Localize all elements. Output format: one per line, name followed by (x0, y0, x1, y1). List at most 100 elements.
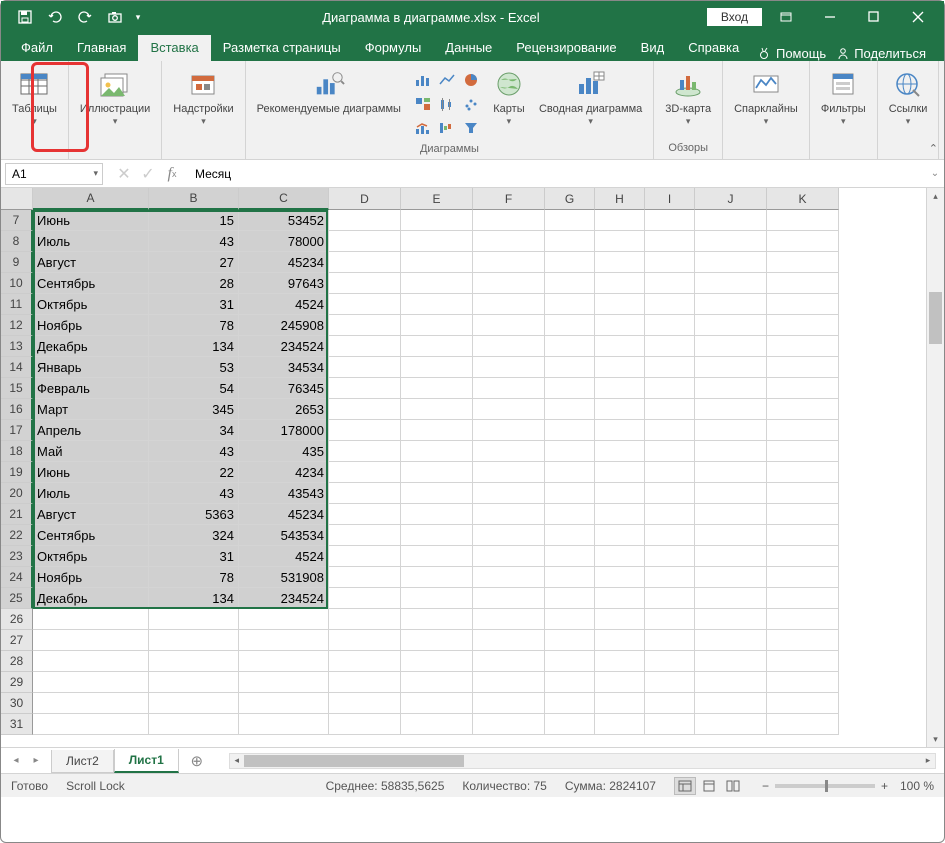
cell[interactable] (33, 714, 149, 735)
cell[interactable] (329, 336, 401, 357)
cell[interactable] (767, 714, 839, 735)
cell[interactable] (329, 315, 401, 336)
cell[interactable]: 234524 (239, 588, 329, 609)
column-header[interactable]: F (473, 188, 545, 210)
cell[interactable] (695, 231, 767, 252)
cell[interactable] (695, 504, 767, 525)
cell[interactable] (695, 588, 767, 609)
cell[interactable] (645, 546, 695, 567)
cell[interactable] (545, 525, 595, 546)
cell[interactable] (767, 630, 839, 651)
tab-view[interactable]: Вид (629, 35, 677, 61)
column-header[interactable]: A (33, 188, 149, 210)
filters-button[interactable]: Фильтры▾ (816, 65, 871, 130)
cell[interactable] (545, 546, 595, 567)
row-header[interactable]: 31 (1, 714, 33, 735)
cell[interactable] (645, 672, 695, 693)
cell[interactable] (473, 714, 545, 735)
row-header[interactable]: 28 (1, 651, 33, 672)
cell[interactable]: 27 (149, 252, 239, 273)
save-button[interactable] (11, 4, 39, 30)
cell[interactable] (329, 588, 401, 609)
cell[interactable] (329, 441, 401, 462)
zoom-slider[interactable] (775, 784, 875, 788)
row-header[interactable]: 25 (1, 588, 33, 609)
cell[interactable] (767, 693, 839, 714)
tables-button[interactable]: Таблицы▾ (7, 65, 62, 130)
cell[interactable]: 53 (149, 357, 239, 378)
cell[interactable] (695, 651, 767, 672)
links-button[interactable]: Ссылки▾ (884, 65, 933, 130)
zoom-out-button[interactable]: − (762, 779, 769, 793)
cell[interactable] (473, 273, 545, 294)
cell[interactable]: Июнь (33, 210, 149, 231)
cell[interactable] (239, 651, 329, 672)
cell[interactable] (149, 693, 239, 714)
column-header[interactable]: K (767, 188, 839, 210)
cell[interactable] (329, 651, 401, 672)
undo-button[interactable] (41, 4, 69, 30)
cell[interactable] (545, 399, 595, 420)
cell[interactable]: 53452 (239, 210, 329, 231)
share-button[interactable]: Поделиться (836, 46, 926, 61)
tab-home[interactable]: Главная (65, 35, 138, 61)
cell[interactable] (473, 693, 545, 714)
cell[interactable] (695, 567, 767, 588)
cell[interactable] (473, 336, 545, 357)
row-header[interactable]: 26 (1, 609, 33, 630)
row-header[interactable]: 13 (1, 336, 33, 357)
cell[interactable] (401, 588, 473, 609)
cell[interactable] (545, 357, 595, 378)
cell[interactable]: Октябрь (33, 294, 149, 315)
combo-chart-icon[interactable] (412, 117, 434, 139)
cell[interactable]: Ноябрь (33, 567, 149, 588)
3d-map-button[interactable]: 3D-карта▾ (660, 65, 716, 130)
expand-formula-bar[interactable]: ⌄ (926, 168, 944, 179)
cell[interactable] (329, 630, 401, 651)
hierarchy-chart-icon[interactable] (412, 93, 434, 115)
cell[interactable] (401, 441, 473, 462)
cell[interactable] (545, 504, 595, 525)
cell[interactable] (473, 651, 545, 672)
cell[interactable] (645, 567, 695, 588)
zoom-in-button[interactable]: + (881, 779, 888, 793)
minimize-button[interactable] (810, 2, 850, 32)
cell[interactable] (767, 336, 839, 357)
cell[interactable] (767, 378, 839, 399)
tab-data[interactable]: Данные (433, 35, 504, 61)
cell[interactable] (149, 651, 239, 672)
cell[interactable] (33, 651, 149, 672)
cell[interactable] (545, 672, 595, 693)
cell[interactable] (329, 567, 401, 588)
camera-icon[interactable] (101, 4, 129, 30)
cell[interactable] (545, 714, 595, 735)
cell[interactable] (695, 609, 767, 630)
cell[interactable] (33, 672, 149, 693)
cell[interactable] (645, 483, 695, 504)
cell[interactable] (767, 357, 839, 378)
cell[interactable]: Ноябрь (33, 315, 149, 336)
cell[interactable] (329, 231, 401, 252)
cell[interactable] (239, 693, 329, 714)
cell[interactable]: Июнь (33, 462, 149, 483)
addins-button[interactable]: Надстройки▾ (168, 65, 238, 130)
illustrations-button[interactable]: Иллюстрации▾ (75, 65, 155, 130)
cell[interactable] (545, 462, 595, 483)
cell[interactable] (767, 441, 839, 462)
cell[interactable] (767, 483, 839, 504)
cell[interactable] (401, 483, 473, 504)
cell[interactable]: Октябрь (33, 546, 149, 567)
name-box[interactable]: A1▾ (5, 163, 103, 185)
cell[interactable] (473, 441, 545, 462)
cell[interactable] (767, 588, 839, 609)
cell[interactable]: 531908 (239, 567, 329, 588)
cell[interactable] (329, 273, 401, 294)
sheet-nav-next[interactable]: ▸ (27, 752, 45, 770)
cell[interactable]: 76345 (239, 378, 329, 399)
cell[interactable] (239, 609, 329, 630)
cell[interactable] (401, 567, 473, 588)
sparklines-button[interactable]: Спарклайны▾ (729, 65, 803, 130)
cell[interactable] (595, 420, 645, 441)
cell[interactable] (401, 630, 473, 651)
recommended-charts-button[interactable]: Рекомендуемые диаграммы (252, 65, 406, 143)
